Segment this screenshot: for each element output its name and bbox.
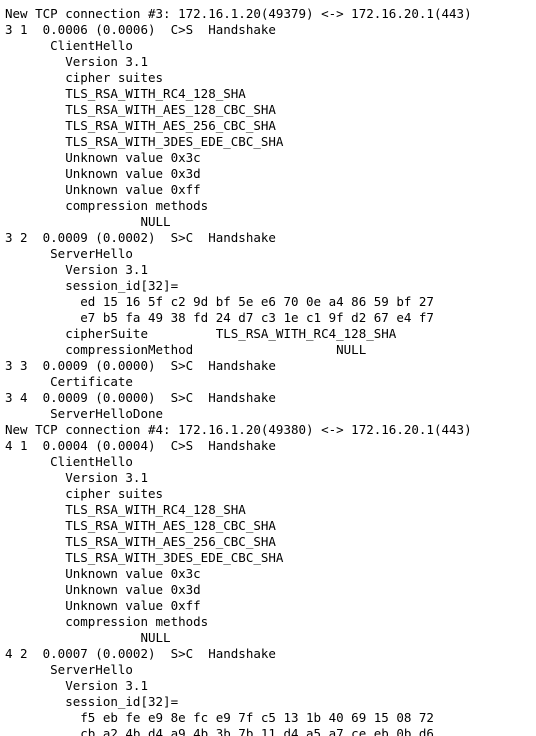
- terminal-line: Certificate: [5, 374, 133, 389]
- terminal-line: session_id[32]=: [5, 278, 179, 293]
- terminal-line: 3 2 0.0009 (0.0002) S>C Handshake: [5, 230, 276, 245]
- terminal-line: TLS_RSA_WITH_3DES_EDE_CBC_SHA: [5, 134, 284, 149]
- terminal-line: e7 b5 fa 49 38 fd 24 d7 c3 1e c1 9f d2 6…: [5, 310, 434, 325]
- terminal-line: cipher suites: [5, 70, 164, 85]
- terminal-line: Unknown value 0x3c: [5, 150, 201, 165]
- terminal-line: TLS_RSA_WITH_RC4_128_SHA: [5, 502, 246, 517]
- terminal-line: ServerHello: [5, 662, 133, 677]
- terminal-line: ed 15 16 5f c2 9d bf 5e e6 70 0e a4 86 5…: [5, 294, 434, 309]
- terminal-line: NULL: [5, 630, 171, 645]
- terminal-text-body: New TCP connection #3: 172.16.1.20(49379…: [5, 6, 536, 736]
- terminal-line: NULL: [5, 214, 171, 229]
- terminal-line: Version 3.1: [5, 54, 148, 69]
- terminal-line: Unknown value 0x3d: [5, 582, 201, 597]
- terminal-line: cipher suites: [5, 486, 164, 501]
- terminal-line: 3 1 0.0006 (0.0006) C>S Handshake: [5, 22, 276, 37]
- terminal-line: TLS_RSA_WITH_AES_256_CBC_SHA: [5, 534, 276, 549]
- terminal-line: Version 3.1: [5, 678, 148, 693]
- terminal-line: TLS_RSA_WITH_AES_128_CBC_SHA: [5, 518, 276, 533]
- terminal-line: 4 2 0.0007 (0.0002) S>C Handshake: [5, 646, 276, 661]
- terminal-line: session_id[32]=: [5, 694, 179, 709]
- terminal-line: New TCP connection #3: 172.16.1.20(49379…: [5, 6, 472, 21]
- terminal-line: ClientHello: [5, 38, 133, 53]
- terminal-line: 3 4 0.0009 (0.0000) S>C Handshake: [5, 390, 276, 405]
- terminal-line: TLS_RSA_WITH_AES_256_CBC_SHA: [5, 118, 276, 133]
- terminal-line: compression methods: [5, 198, 209, 213]
- terminal-line: Version 3.1: [5, 262, 148, 277]
- terminal-line: Unknown value 0x3d: [5, 166, 201, 181]
- terminal-line: Unknown value 0xff: [5, 598, 201, 613]
- terminal-line: TLS_RSA_WITH_3DES_EDE_CBC_SHA: [5, 550, 284, 565]
- terminal-line: 3 3 0.0009 (0.0000) S>C Handshake: [5, 358, 276, 373]
- terminal-line: compression methods: [5, 614, 209, 629]
- terminal-line: compressionMethod NULL: [5, 342, 367, 357]
- terminal-line: cipherSuite TLS_RSA_WITH_RC4_128_SHA: [5, 326, 397, 341]
- terminal-line: cb a2 4b d4 a9 4b 3b 7b 11 d4 a5 a7 ce e…: [5, 726, 434, 736]
- terminal-line: f5 eb fe e9 8e fc e9 7f c5 13 1b 40 69 1…: [5, 710, 434, 725]
- terminal-line: TLS_RSA_WITH_AES_128_CBC_SHA: [5, 102, 276, 117]
- terminal-line: Version 3.1: [5, 470, 148, 485]
- terminal-line: New TCP connection #4: 172.16.1.20(49380…: [5, 422, 472, 437]
- terminal-line: TLS_RSA_WITH_RC4_128_SHA: [5, 86, 246, 101]
- terminal-line: Unknown value 0x3c: [5, 566, 201, 581]
- terminal-line: ServerHelloDone: [5, 406, 164, 421]
- terminal-output-pane[interactable]: New TCP connection #3: 172.16.1.20(49379…: [0, 0, 536, 736]
- terminal-line: Unknown value 0xff: [5, 182, 201, 197]
- terminal-line: 4 1 0.0004 (0.0004) C>S Handshake: [5, 438, 276, 453]
- terminal-line: ServerHello: [5, 246, 133, 261]
- terminal-line: ClientHello: [5, 454, 133, 469]
